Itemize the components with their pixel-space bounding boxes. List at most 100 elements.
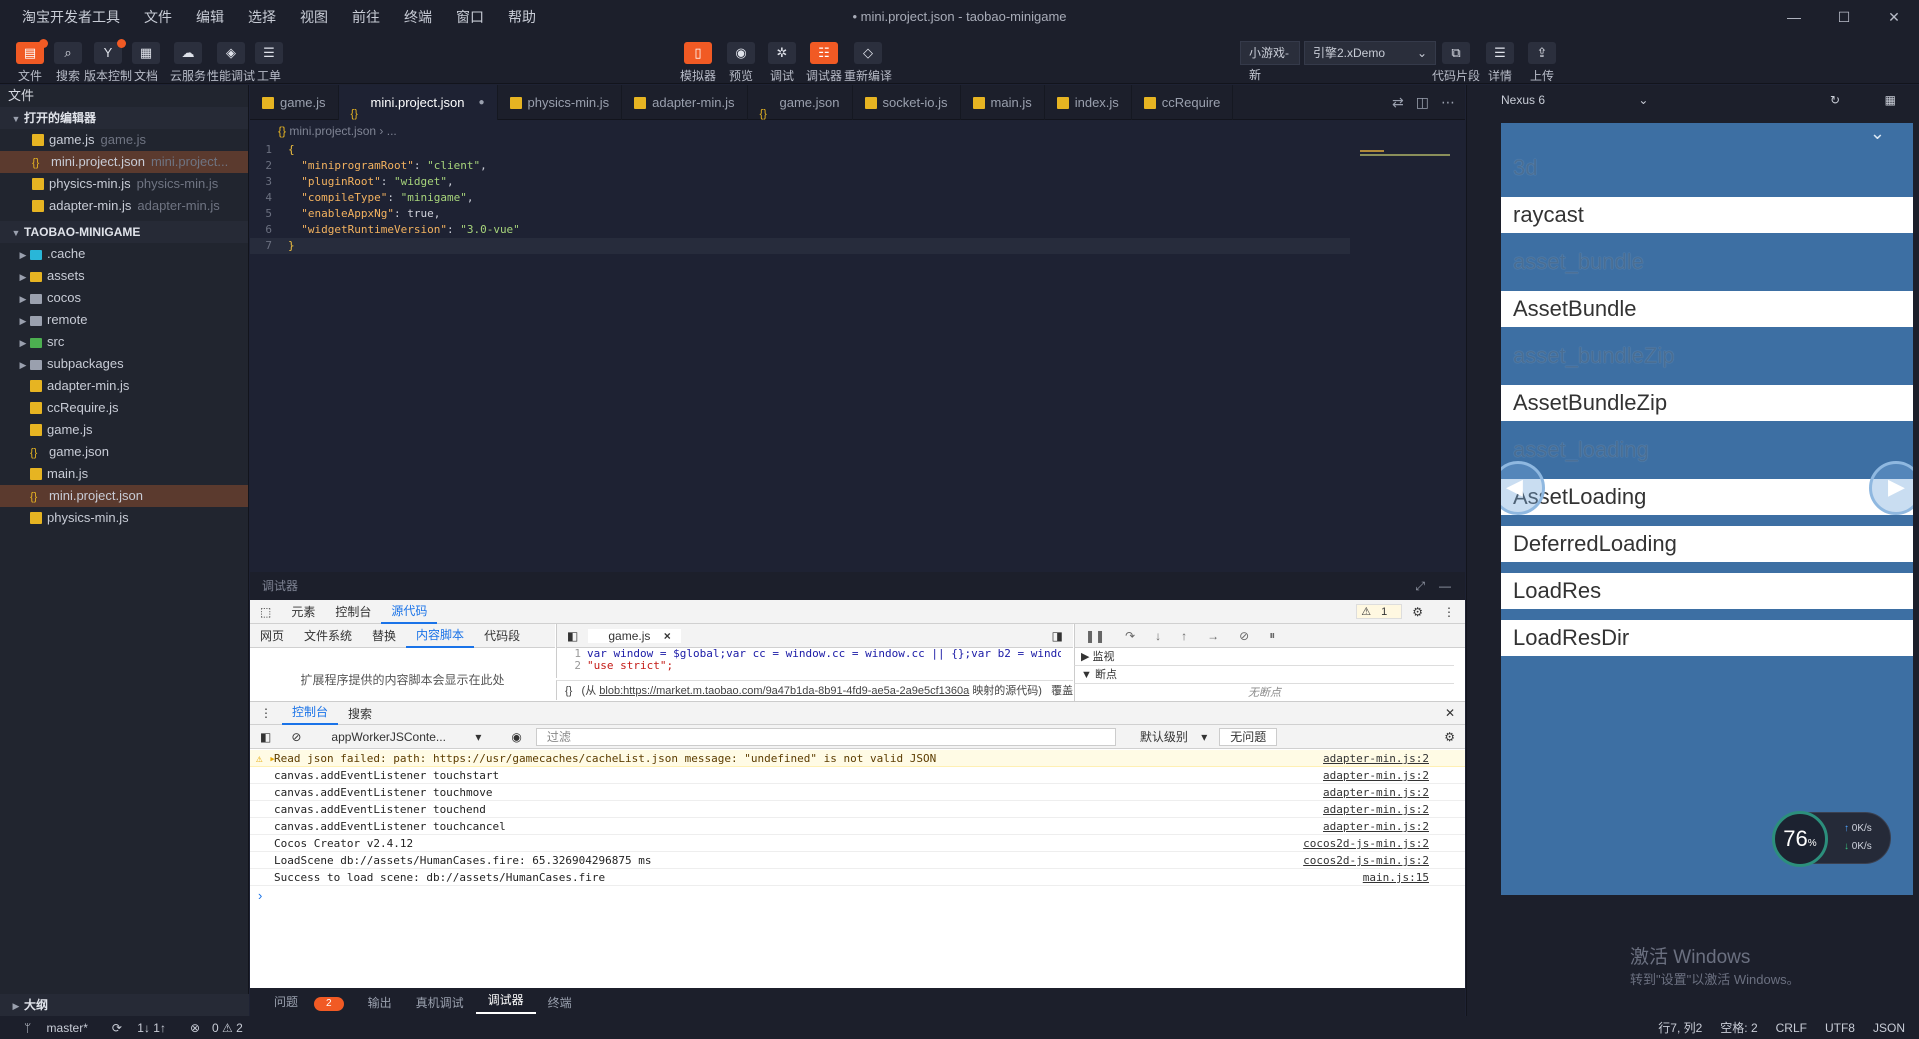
tab-snippets[interactable]: 代码段	[474, 627, 530, 644]
tab-debugger[interactable]: 调试器	[475, 991, 536, 1014]
encoding[interactable]: UTF8	[1825, 1021, 1855, 1035]
step-icon[interactable]: →	[1197, 629, 1229, 643]
branch-status[interactable]: ᛘ master*	[12, 1021, 88, 1035]
editor-tab[interactable]: socket-io.js	[853, 85, 961, 120]
step-over-icon[interactable]: ↷	[1115, 629, 1145, 643]
step-into-icon[interactable]: ↓	[1145, 629, 1171, 643]
app-menu[interactable]: 淘宝开发者工具	[22, 7, 120, 27]
menu-item[interactable]: 帮助	[508, 7, 536, 27]
file-item[interactable]: {} mini.project.json	[0, 485, 248, 507]
context-select[interactable]: appWorkerJSConte... ▾	[311, 730, 501, 744]
menu-item[interactable]: 前往	[352, 7, 380, 27]
file-item[interactable]: ccRequire.js	[0, 397, 248, 419]
tab-overrides[interactable]: 替换	[362, 627, 406, 644]
scene-list-item[interactable]: LoadRes	[1501, 573, 1913, 609]
deactivate-breakpoints-icon[interactable]: ⊘	[1229, 629, 1259, 643]
pause-icon[interactable]: ❚❚	[1075, 629, 1115, 643]
grid-icon[interactable]: ▦	[1885, 85, 1896, 115]
cursor-position[interactable]: 行7, 列2	[1658, 1019, 1702, 1036]
toggle-navigator-icon[interactable]: ◧	[557, 629, 588, 643]
close-tab-icon[interactable]: ×	[664, 629, 671, 643]
breadcrumb-file[interactable]: mini.project.json	[289, 124, 376, 138]
tab-filesystem[interactable]: 文件系统	[294, 627, 362, 644]
tab-drawer-search[interactable]: 搜索	[338, 705, 382, 722]
indentation[interactable]: 空格: 2	[1720, 1019, 1757, 1036]
scene-list-item[interactable]: AssetBundleZip	[1501, 385, 1913, 421]
sidebar-toggle-icon[interactable]: ◧	[250, 730, 281, 744]
project-header[interactable]: ▼ TAOBAO-MINIGAME	[0, 221, 248, 243]
editor-tab[interactable]: {} mini.project.json ●	[338, 85, 498, 120]
menu-item[interactable]: 选择	[248, 7, 276, 27]
file-item[interactable]: adapter-min.js	[0, 375, 248, 397]
refresh-icon[interactable]: ↻	[1830, 85, 1840, 115]
console-settings-icon[interactable]: ⚙	[1434, 730, 1465, 744]
menu-item[interactable]: 编辑	[196, 7, 224, 27]
settings-icon[interactable]: ⚙	[1402, 605, 1433, 619]
code-editor[interactable]: 1{2 "miniprogramRoot": "client", 3 "plugi…	[250, 142, 1465, 572]
editor-tab[interactable]: adapter-min.js	[622, 85, 748, 120]
tab-output[interactable]: 输出	[356, 994, 404, 1011]
unsaved-dot-icon[interactable]: ●	[478, 85, 484, 120]
inspect-icon[interactable]: ⬚	[250, 605, 281, 619]
file-item[interactable]: main.js	[0, 463, 248, 485]
log-source-link[interactable]: adapter-min.js:2	[1323, 750, 1429, 767]
log-source-link[interactable]: cocos2d-js-min.js:2	[1303, 835, 1429, 852]
tab-elements[interactable]: 元素	[281, 603, 325, 620]
folder-item[interactable]: ▶ remote	[0, 309, 248, 331]
drawer-menu-icon[interactable]: ⋮	[250, 706, 282, 720]
toggle-debugger-icon[interactable]: ◨	[1042, 629, 1073, 643]
language-mode[interactable]: JSON	[1873, 1021, 1905, 1035]
editor-tab[interactable]: {} game.json	[748, 85, 853, 120]
scene-list-item[interactable]: LoadResDir	[1501, 620, 1913, 656]
menu-item[interactable]: 终端	[404, 7, 432, 27]
source-viewer[interactable]: 1 var window = $global;var cc = window.cc…	[556, 648, 1061, 678]
folder-item[interactable]: ▶ .cache	[0, 243, 248, 265]
file-item[interactable]: {} game.json	[0, 441, 248, 463]
minimap[interactable]	[1360, 150, 1470, 158]
tab-game-js[interactable]: game.js ×	[588, 628, 681, 643]
step-out-icon[interactable]: ↑	[1171, 629, 1197, 643]
folder-item[interactable]: ▶ cocos	[0, 287, 248, 309]
source-map-link[interactable]: blob:https://market.m.taobao.com/9a47b1d…	[599, 685, 969, 697]
folder-item[interactable]: ▶ src	[0, 331, 248, 353]
expand-icon[interactable]: ⤢	[1415, 572, 1425, 600]
upload-button[interactable]: ⇪ 上传	[1522, 42, 1562, 84]
warning-badge[interactable]: ⚠ 1	[1356, 604, 1403, 619]
log-source-link[interactable]: cocos2d-js-min.js:2	[1303, 852, 1429, 869]
scene-list-item[interactable]: raycast	[1501, 197, 1913, 233]
minimize-button[interactable]: —	[1769, 0, 1819, 34]
folder-item[interactable]: ▶ assets	[0, 265, 248, 287]
folder-item[interactable]: ▶ subpackages	[0, 353, 248, 375]
editor-tab[interactable]: main.js	[961, 85, 1045, 120]
tab-console[interactable]: 控制台	[325, 603, 381, 620]
editor-tab[interactable]: index.js	[1045, 85, 1132, 120]
scene-list-item[interactable]: DeferredLoading	[1501, 526, 1913, 562]
tab-content-scripts[interactable]: 内容脚本	[406, 624, 475, 648]
no-issues-button[interactable]: 无问题	[1219, 727, 1278, 746]
problems-status[interactable]: ⊗ 0 ⚠ 2	[178, 1021, 243, 1035]
clear-console-icon[interactable]: ⊘	[281, 730, 311, 744]
log-source-link[interactable]: adapter-min.js:2	[1323, 784, 1429, 801]
scene-list-item[interactable]: AssetLoading	[1501, 479, 1913, 515]
maximize-button[interactable]: ☐	[1819, 0, 1869, 34]
compare-icon[interactable]: ⇄	[1392, 94, 1404, 111]
log-source-link[interactable]: adapter-min.js:2	[1323, 818, 1429, 835]
open-editors-header[interactable]: ▼ 打开的编辑器	[0, 107, 248, 129]
open-editor-item[interactable]: {} mini.project.json mini.project...	[0, 151, 248, 173]
minimize-panel-icon[interactable]: —	[1439, 572, 1451, 600]
more-vert-icon[interactable]: ⋮	[1433, 605, 1465, 619]
log-source-link[interactable]: adapter-min.js:2	[1323, 801, 1429, 818]
device-select[interactable]: Nexus 6 ⌄	[1501, 93, 1648, 107]
editor-tab[interactable]: physics-min.js	[498, 85, 623, 120]
breadcrumb-more[interactable]: ...	[387, 124, 397, 138]
open-editor-item[interactable]: physics-min.js physics-min.js	[0, 173, 248, 195]
console-filter-input[interactable]: 过滤	[535, 727, 1116, 746]
log-source-link[interactable]: adapter-min.js:2	[1323, 767, 1429, 784]
menu-item[interactable]: 窗口	[456, 7, 484, 27]
close-drawer-icon[interactable]: ✕	[1435, 706, 1465, 720]
tab-problems[interactable]: 问题 2	[250, 993, 356, 1011]
tab-drawer-console[interactable]: 控制台	[282, 701, 339, 725]
open-editor-item[interactable]: game.js game.js	[0, 129, 248, 151]
editor-tab[interactable]: ccRequire	[1132, 85, 1234, 120]
breakpoints-section[interactable]: ▼ 断点	[1074, 666, 1454, 684]
